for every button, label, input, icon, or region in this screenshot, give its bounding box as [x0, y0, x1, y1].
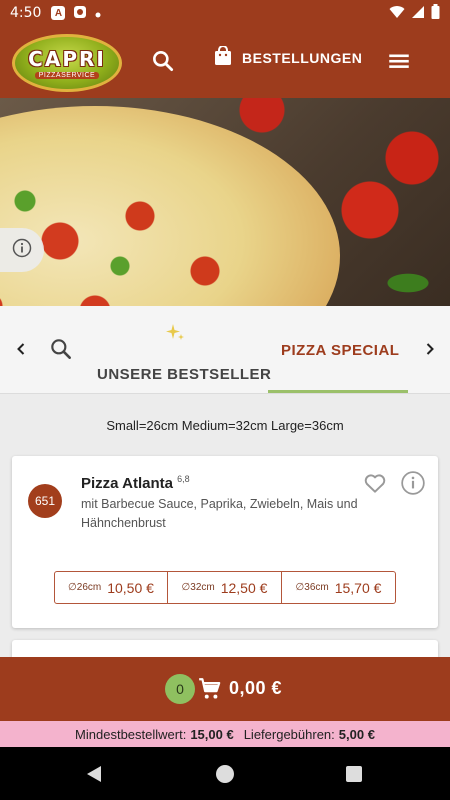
logo-brand-text: CAPRI [28, 47, 106, 71]
orders-button[interactable]: BESTELLUNGEN [214, 45, 363, 69]
min-order-label: Mindestbestellwert: [75, 726, 187, 742]
delivery-fee-value: 5,00 € [338, 726, 375, 742]
active-tab-indicator [268, 390, 408, 393]
menu-icon[interactable] [386, 48, 412, 74]
notification-icon [73, 5, 87, 22]
price-option-small[interactable]: ∅26cm 10,50 € [54, 571, 168, 604]
price-option-large[interactable]: ∅36cm 15,70 € [282, 571, 396, 604]
price-size: ∅36cm [295, 582, 329, 593]
signal-icon [411, 5, 425, 22]
orders-label: BESTELLUNGEN [242, 49, 363, 66]
capri-logo[interactable]: CAPRI PIZZASERVICE [12, 34, 122, 92]
product-allergens: 6,8 [177, 474, 190, 484]
search-icon[interactable] [150, 48, 176, 74]
home-icon[interactable] [216, 765, 234, 783]
pizza-illustration [0, 106, 340, 306]
sparkle-icon [164, 322, 186, 344]
price-size: ∅32cm [181, 582, 215, 593]
heart-icon[interactable] [362, 470, 388, 496]
hero-pizza-image [0, 98, 450, 306]
cart-count-badge: 0 [165, 674, 195, 704]
price-amount: 10,50 € [107, 579, 154, 596]
tab-bestseller[interactable]: UNSERE BESTSELLER [97, 366, 271, 383]
price-size: ∅26cm [68, 582, 102, 593]
back-icon[interactable] [86, 765, 102, 788]
price-amount: 12,50 € [220, 579, 268, 596]
sizes-note: Small=26cm Medium=32cm Large=36cm [106, 418, 344, 433]
chevron-right-icon[interactable] [421, 340, 439, 363]
wifi-icon [389, 5, 405, 22]
cart-bar[interactable] [0, 657, 450, 721]
logo-sub-text: PIZZASERVICE [34, 72, 100, 79]
recents-icon[interactable] [346, 766, 362, 782]
status-time: 4:50 [10, 5, 42, 21]
category-search-icon[interactable] [48, 336, 74, 362]
product-info-icon[interactable] [400, 470, 426, 496]
min-order-value: 15,00 € [190, 726, 234, 742]
minimum-order-bar: Mindestbestellwert: 15,00 € Liefergebühr… [0, 721, 450, 747]
product-description: mit Barbecue Sauce, Paprika, Zwiebeln, M… [81, 497, 358, 530]
product-card[interactable]: 651 Pizza Atlanta 6,8 mit Barbecue Sauce… [12, 456, 438, 628]
cart-icon [197, 676, 223, 702]
app-header: CAPRI PIZZASERVICE BESTELLUNGEN [0, 26, 450, 98]
price-option-medium[interactable]: ∅32cm 12,50 € [168, 571, 282, 604]
info-icon [12, 238, 32, 263]
chevron-left-icon[interactable] [12, 340, 30, 363]
shopping-bag-icon [214, 45, 232, 69]
battery-icon [431, 4, 440, 22]
tab-pizza-special[interactable]: PIZZA SPECIAL [281, 342, 399, 359]
status-bar: 4:50 A [0, 0, 450, 26]
cart-total: 0,00 € [229, 678, 283, 698]
product-name: Pizza Atlanta [81, 475, 173, 492]
notification-a-icon: A [51, 6, 66, 20]
dot-icon [95, 5, 101, 21]
product-name-wrap: Pizza Atlanta 6,8 [81, 474, 190, 492]
shop-info-button[interactable] [0, 228, 44, 272]
product-number-badge: 651 [28, 484, 62, 518]
price-options: ∅26cm 10,50 € ∅32cm 12,50 € ∅36cm 15,70 … [54, 571, 396, 604]
price-amount: 15,70 € [334, 579, 382, 596]
delivery-fee-label: Liefergebühren: [243, 726, 335, 742]
